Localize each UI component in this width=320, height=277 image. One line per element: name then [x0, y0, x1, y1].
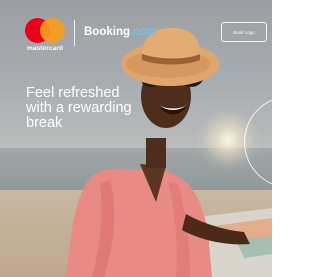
mastercard-wordmark: mastercard [26, 45, 64, 52]
book-button[interactable]: Book Logo [221, 22, 267, 42]
mastercard-circles-icon [25, 18, 65, 43]
headline-line-3: break [26, 115, 63, 131]
headline-line-1: Feel refreshed [26, 85, 120, 101]
booking-logo-name: Booking [84, 26, 130, 38]
headline-line-2: with a rewarding [26, 100, 132, 116]
mastercard-logo: mastercard [22, 18, 68, 52]
headline: Feel refreshed with a rewarding break [26, 86, 146, 131]
mastercard-yellow-circle [40, 18, 65, 43]
logo-divider [74, 20, 75, 46]
booking-logo-suffix: .com [130, 26, 157, 38]
promo-banner: mastercard Booking.com Book Logo Feel re… [0, 0, 272, 277]
booking-logo: Booking.com [84, 26, 157, 38]
